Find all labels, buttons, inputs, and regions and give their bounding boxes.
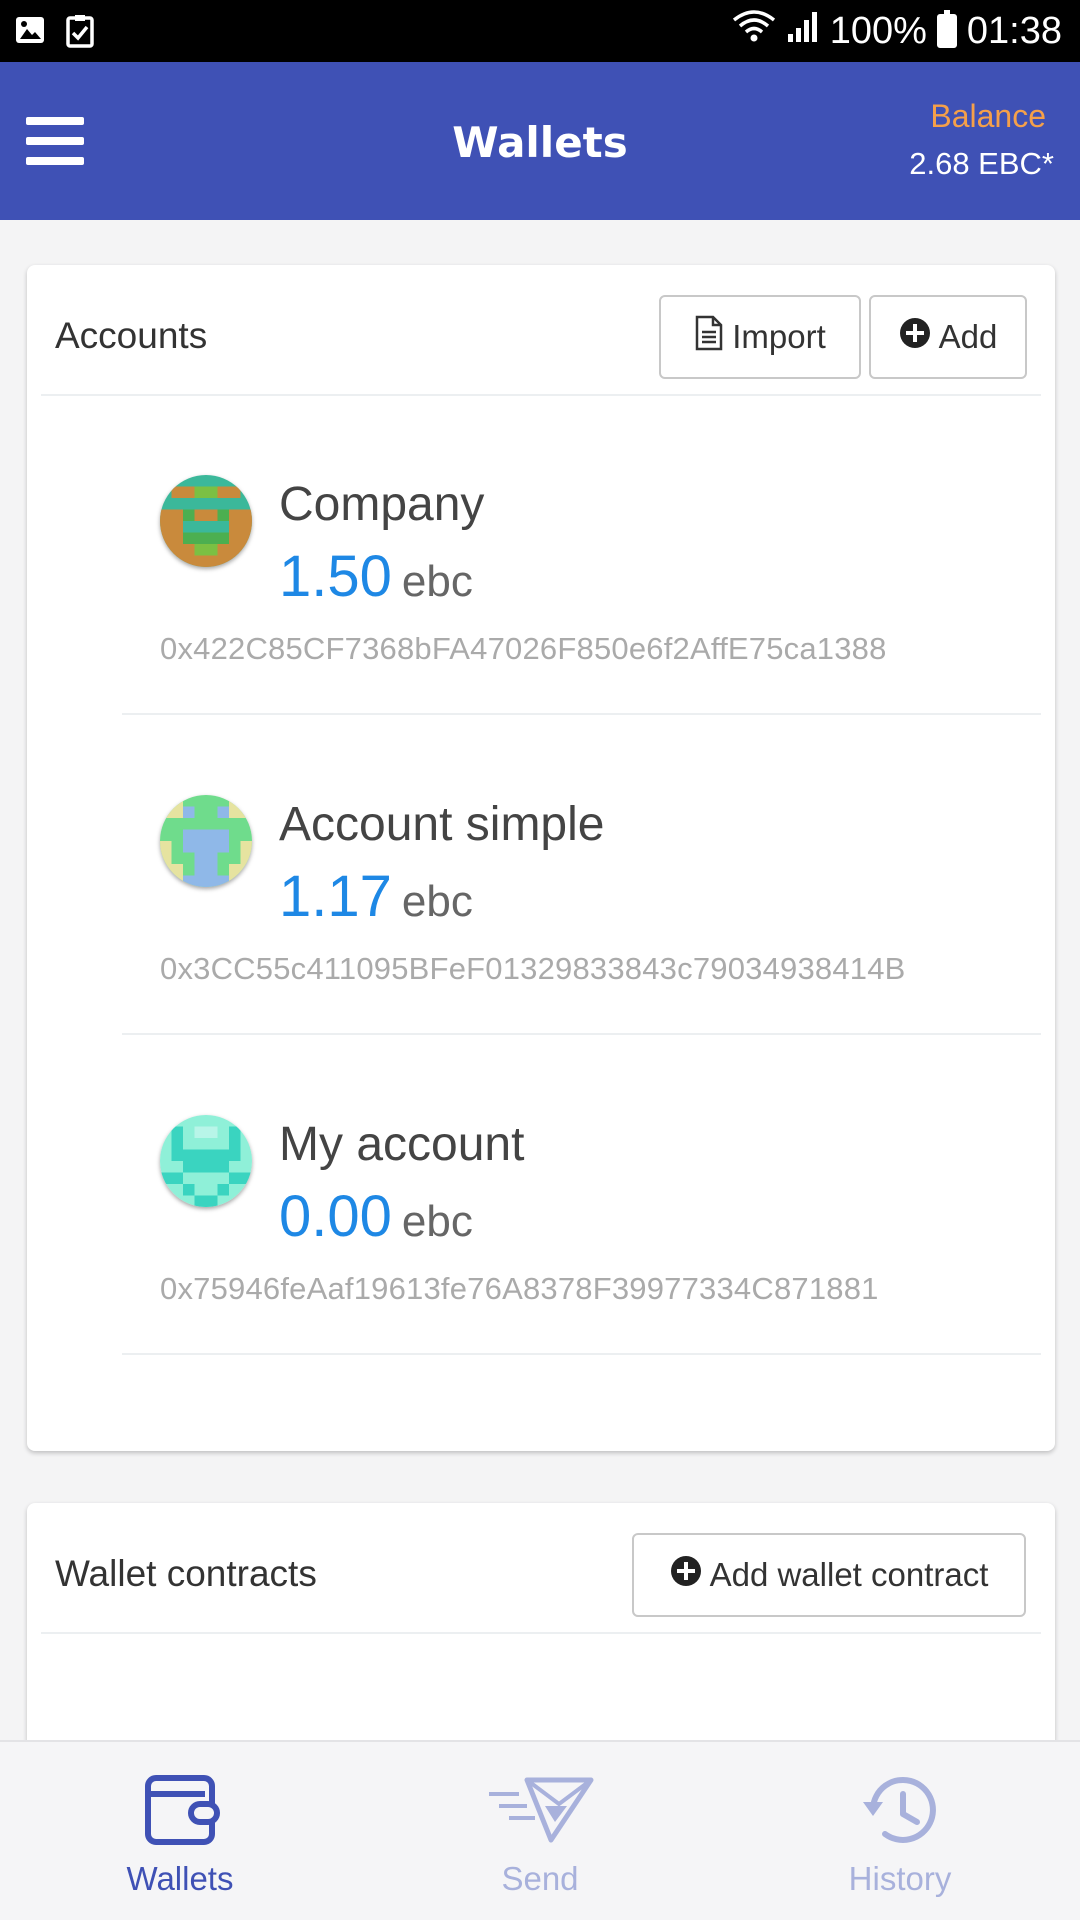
account-amount: 1.17 bbox=[279, 864, 392, 929]
balance-value: 2.68 EBC* bbox=[909, 146, 1054, 181]
plus-circle-icon bbox=[899, 317, 931, 357]
nav-wallets-label: Wallets bbox=[126, 1860, 234, 1897]
gallery-notification-icon bbox=[14, 14, 46, 52]
wallet-contracts-title: Wallet contracts bbox=[55, 1553, 317, 1594]
account-balance: 1.17 ebc bbox=[279, 863, 473, 930]
nav-send[interactable]: Send bbox=[360, 1742, 720, 1920]
account-balance: 0.00 ebc bbox=[279, 1183, 473, 1250]
wallet-contracts-header: Wallet contracts Add wallet contract bbox=[27, 1503, 1055, 1634]
nav-send-label: Send bbox=[501, 1860, 579, 1897]
divider bbox=[41, 394, 1041, 396]
accounts-card-header: Accounts Import Add bbox=[27, 265, 1055, 396]
accounts-title: Accounts bbox=[55, 315, 208, 356]
import-label: Import bbox=[732, 318, 826, 355]
add-wallet-contract-label: Add wallet contract bbox=[709, 1556, 989, 1593]
battery-icon bbox=[936, 10, 957, 48]
account-name: Company bbox=[279, 478, 485, 531]
import-button[interactable]: Import bbox=[659, 295, 861, 379]
accounts-card: Accounts Import Add Company 1.50 ebc 0x4… bbox=[27, 265, 1055, 1451]
battery-percent: 100% bbox=[829, 10, 927, 52]
history-icon bbox=[845, 1772, 955, 1852]
account-identicon bbox=[160, 795, 252, 887]
nav-history[interactable]: History bbox=[720, 1742, 1080, 1920]
add-wallet-contract-button[interactable]: Add wallet contract bbox=[632, 1533, 1026, 1617]
wifi-icon bbox=[732, 8, 776, 54]
account-item-account-simple[interactable]: Account simple 1.17 ebc 0x3CC55c411095BFe… bbox=[27, 795, 1055, 1115]
document-icon bbox=[694, 315, 724, 359]
account-identicon bbox=[160, 475, 252, 567]
account-unit: ebc bbox=[401, 557, 473, 606]
plus-circle-icon bbox=[670, 1555, 702, 1595]
send-icon bbox=[485, 1772, 595, 1852]
account-name: Account simple bbox=[279, 798, 605, 851]
app-header: Wallets Balance 2.68 EBC* bbox=[0, 62, 1080, 220]
account-item-my-account[interactable]: My account 0.00 ebc 0x75946feAaf19613fe76… bbox=[27, 1115, 1055, 1435]
divider bbox=[122, 1033, 1041, 1035]
account-unit: ebc bbox=[401, 877, 473, 926]
account-address: 0x422C85CF7368bFA47026F850e6f2AffE75ca13… bbox=[160, 631, 887, 666]
account-balance: 1.50 ebc bbox=[279, 543, 473, 610]
account-name: My account bbox=[279, 1118, 525, 1171]
account-address: 0x3CC55c411095BFeF01329833843c7903493841… bbox=[160, 951, 906, 986]
account-unit: ebc bbox=[401, 1197, 473, 1246]
account-address: 0x75946feAaf19613fe76A8378F39977334C8718… bbox=[160, 1271, 879, 1306]
status-bar: 100% 01:38 bbox=[0, 0, 1080, 62]
signal-icon bbox=[786, 8, 820, 54]
account-item-company[interactable]: Company 1.50 ebc 0x422C85CF7368bFA47026F8… bbox=[27, 475, 1055, 795]
bottom-navigation: Wallets Send History bbox=[0, 1740, 1080, 1920]
nav-history-label: History bbox=[848, 1860, 952, 1897]
task-notification-icon bbox=[64, 14, 96, 52]
divider bbox=[122, 713, 1041, 715]
divider bbox=[122, 1353, 1041, 1355]
balance-label: Balance bbox=[930, 98, 1046, 134]
nav-wallets[interactable]: Wallets bbox=[0, 1742, 360, 1920]
account-amount: 0.00 bbox=[279, 1184, 392, 1249]
wallet-icon bbox=[125, 1772, 235, 1852]
account-identicon bbox=[160, 1115, 252, 1207]
divider bbox=[41, 1632, 1041, 1634]
account-amount: 1.50 bbox=[279, 544, 392, 609]
add-account-button[interactable]: Add bbox=[869, 295, 1027, 379]
add-label: Add bbox=[938, 318, 998, 355]
clock: 01:38 bbox=[966, 10, 1062, 52]
